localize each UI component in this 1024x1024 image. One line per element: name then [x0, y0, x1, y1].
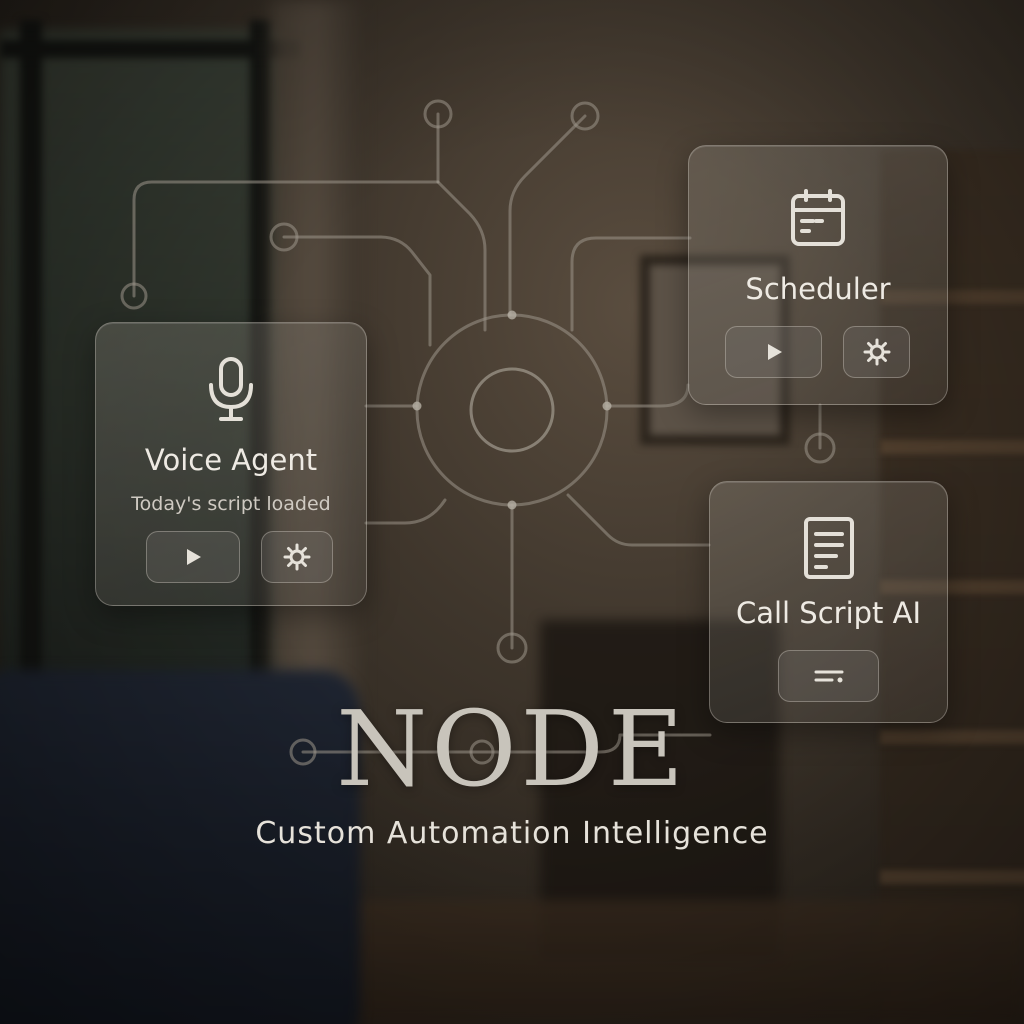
brand-logo-text: NODE [336, 688, 688, 810]
scheduler-title: Scheduler [745, 272, 891, 306]
play-icon [767, 344, 782, 360]
scheduler-card[interactable]: Scheduler [688, 145, 948, 405]
gear-icon [863, 338, 890, 366]
voice-agent-status: Today's script loaded [131, 493, 331, 515]
voice-agent-title: Voice Agent [144, 443, 318, 477]
voice-agent-card[interactable]: Voice Agent Today's script loaded [95, 322, 367, 606]
calendar-icon [791, 189, 845, 246]
scheduler-settings-button[interactable] [843, 326, 910, 378]
voice-agent-play-button[interactable] [146, 531, 240, 583]
scheduler-play-button[interactable] [725, 326, 822, 378]
gear-icon [283, 543, 311, 571]
brand-tagline: Custom Automation Intelligence [255, 816, 769, 851]
document-icon [803, 517, 854, 579]
call-script-ai-card[interactable]: Call Script AI [709, 481, 948, 723]
call-script-ai-title: Call Script AI [735, 596, 922, 630]
play-icon [187, 549, 201, 565]
text-lines-icon [814, 670, 843, 683]
microphone-icon [209, 357, 253, 421]
voice-agent-settings-button[interactable] [261, 531, 333, 583]
